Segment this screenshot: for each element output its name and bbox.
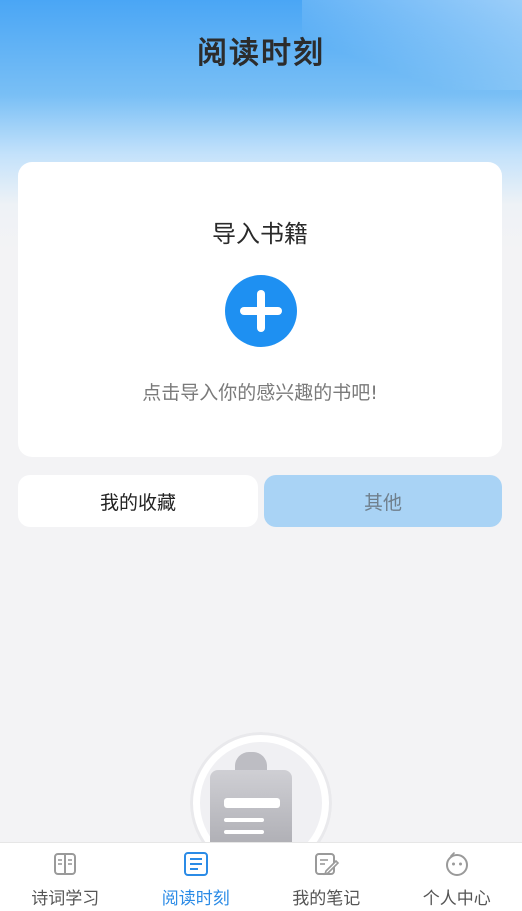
face-icon [445,852,468,876]
tab-my-favorites[interactable]: 我的收藏 [18,475,258,527]
import-book-button[interactable] [225,275,297,347]
bottom-navigation: 诗词学习 阅读时刻 我的笔记 个人中心 [0,842,522,911]
nav-item-reading-time[interactable]: 阅读时刻 [131,843,262,911]
clipboard-line [224,830,264,834]
clipboard-line [224,818,264,822]
import-books-title: 导入书籍 [212,220,308,248]
nav-item-my-notes[interactable]: 我的笔记 [261,843,392,911]
clipboard-line [224,798,280,808]
nav-label: 我的笔记 [292,889,361,909]
plus-icon-vertical [257,290,265,332]
document-icon [183,852,208,876]
tab-other[interactable]: 其他 [264,475,502,527]
nav-item-personal-center[interactable]: 个人中心 [392,843,522,911]
import-books-card: 导入书籍 点击导入你的感兴趣的书吧! [18,162,502,457]
nav-item-poetry-study[interactable]: 诗词学习 [0,843,131,911]
nav-label: 阅读时刻 [161,889,230,909]
nav-label: 个人中心 [422,889,491,909]
import-hint-text: 点击导入你的感兴趣的书吧! [142,382,378,404]
note-edit-icon [315,853,340,876]
book-icon [54,853,77,875]
page-title: 阅读时刻 [197,36,325,71]
nav-label: 诗词学习 [31,889,100,909]
